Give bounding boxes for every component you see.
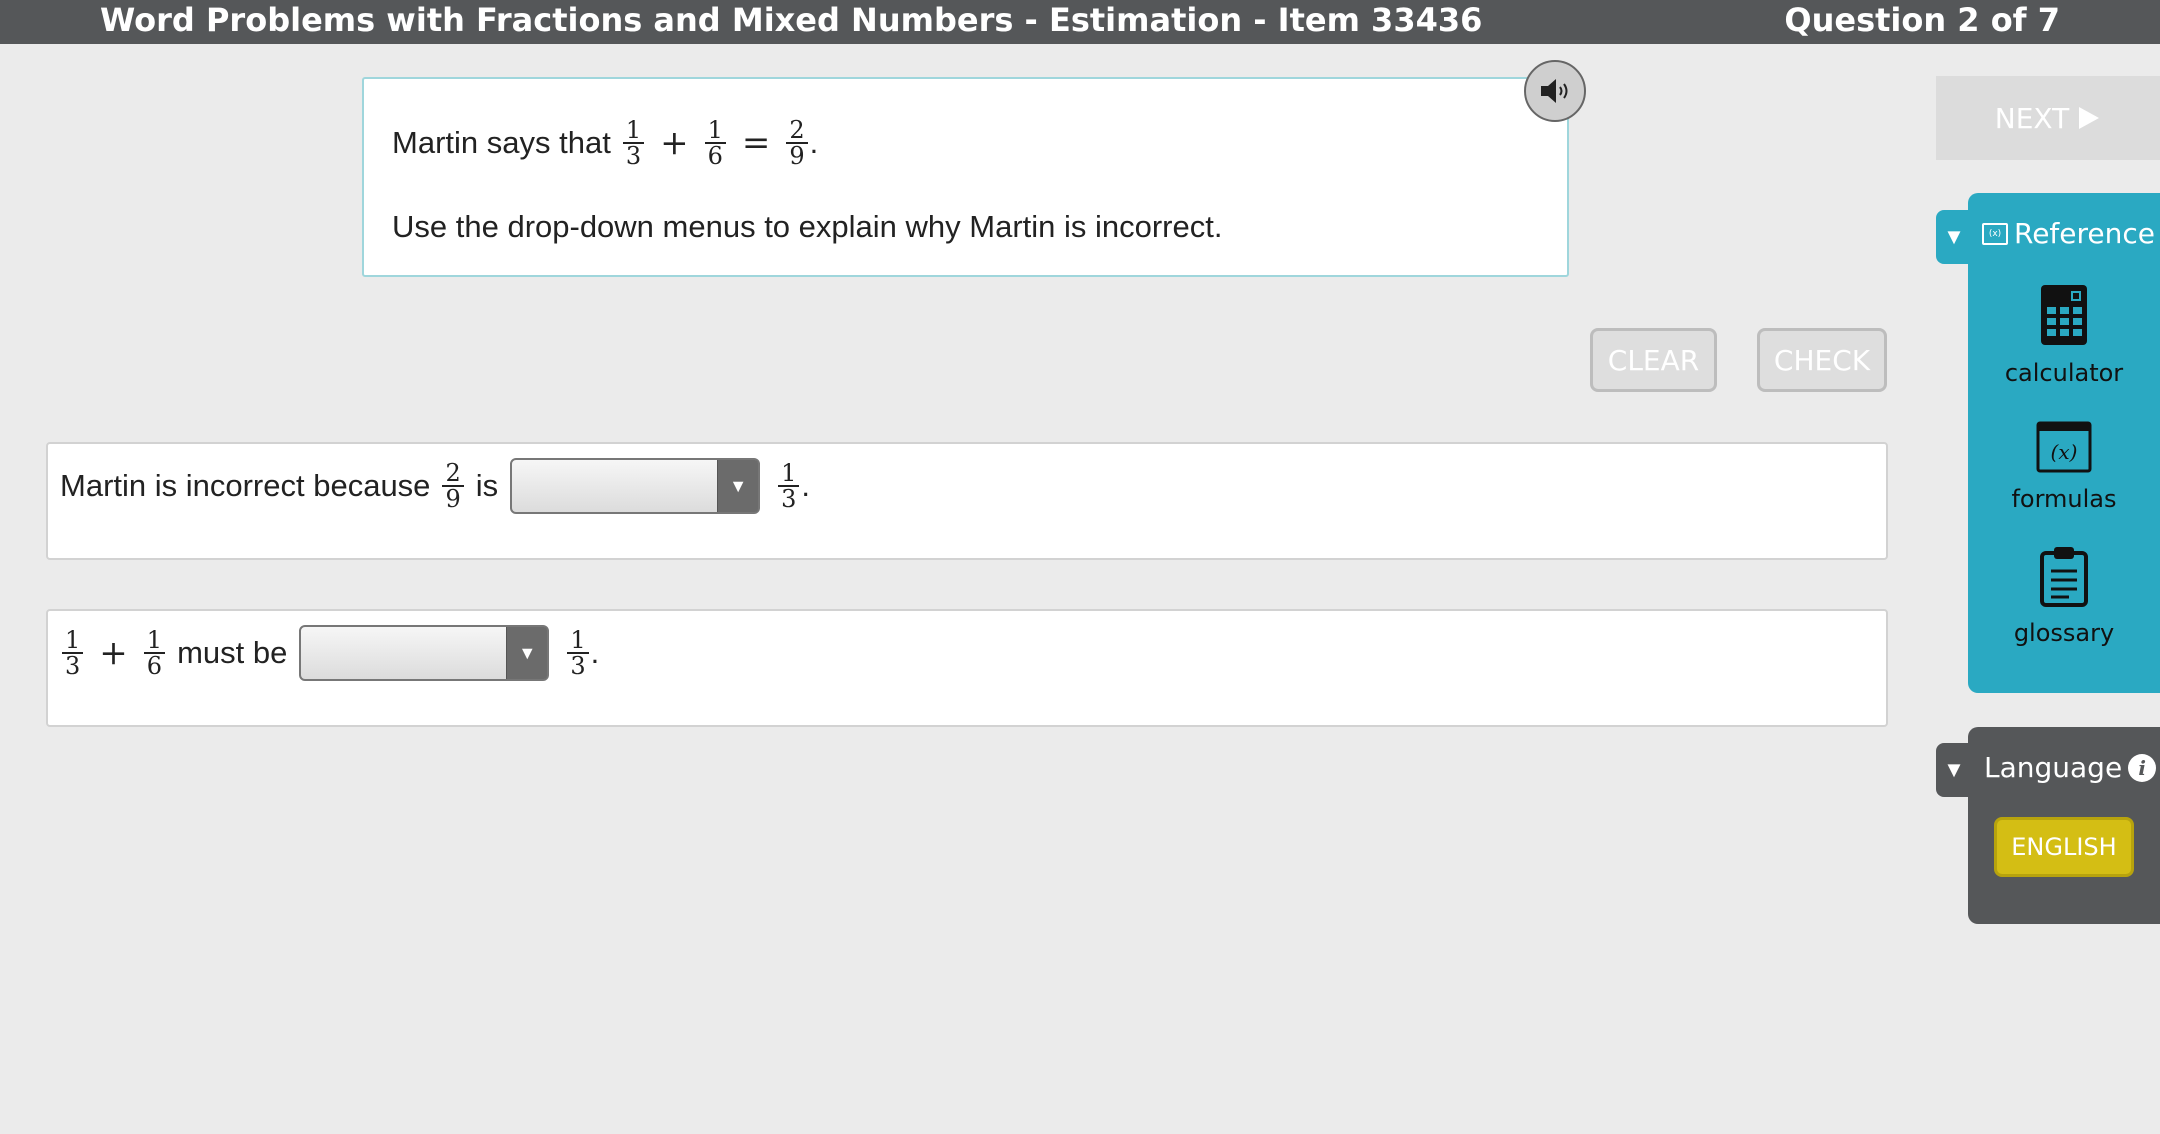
fraction: 2 9	[786, 116, 808, 170]
fraction: 1 6	[704, 116, 726, 170]
info-icon[interactable]: i	[2128, 753, 2157, 782]
language-header: Language i	[1984, 751, 2157, 784]
reference-header[interactable]: (x) Reference	[1982, 217, 2155, 250]
period: .	[590, 635, 600, 670]
numerator: 1	[65, 626, 81, 654]
numerator: 2	[445, 459, 461, 487]
formulas-label: formulas	[2011, 485, 2117, 513]
fraction: 1 3	[567, 626, 589, 680]
calculator-icon	[2041, 285, 2087, 345]
fraction: 1 3	[622, 116, 645, 170]
numerator: 1	[707, 116, 723, 144]
period: .	[801, 468, 811, 503]
numerator: 1	[625, 116, 642, 144]
numerator: 1	[146, 626, 163, 654]
prompt-intro: Martin says that	[392, 125, 611, 160]
svg-text:(x): (x)	[2051, 440, 2078, 464]
language-title: Language	[1984, 751, 2123, 784]
fraction: 1 6	[143, 626, 166, 680]
top-bar: Word Problems with Fractions and Mixed N…	[0, 0, 2160, 44]
glossary-label: glossary	[2013, 619, 2115, 647]
numerator: 2	[789, 116, 805, 144]
formulas-tool[interactable]: (x) formulas	[1968, 421, 2160, 513]
speaker-icon	[1541, 79, 1568, 103]
chevron-down-icon: ▼	[717, 460, 759, 512]
reference-title: Reference	[2014, 217, 2155, 250]
chevron-down-icon: ▼	[506, 627, 548, 679]
sentence-prefix: Martin is incorrect because	[60, 468, 431, 503]
sentence-word: must be	[177, 635, 288, 670]
numerator: 1	[781, 459, 797, 487]
denominator: 9	[445, 485, 461, 513]
play-triangle-icon	[2079, 107, 2100, 129]
denominator: 3	[781, 485, 797, 513]
reference-icon: (x)	[1982, 222, 2008, 245]
language-panel: Language i ENGLISH	[1968, 727, 2160, 924]
calculator-tool[interactable]: calculator	[1968, 283, 2160, 387]
item-title: Word Problems with Fractions and Mixed N…	[100, 1, 1483, 39]
audio-button[interactable]	[1524, 60, 1586, 122]
clear-button[interactable]: CLEAR	[1590, 328, 1717, 392]
denominator: 6	[707, 142, 723, 170]
sentence-word: is	[475, 468, 499, 503]
denominator: 3	[570, 652, 586, 680]
period: .	[809, 125, 819, 160]
formula-icon: (x)	[2036, 421, 2092, 473]
plus-sign: +	[660, 123, 689, 163]
glossary-tool[interactable]: glossary	[1968, 545, 2160, 647]
answer-row: 1 3 + 1 6 must be ▼ 1 3 .	[46, 609, 1888, 727]
comparison-dropdown-2[interactable]: ▼	[299, 625, 550, 681]
answer-row: Martin is incorrect because 2 9 is ▼ 1 3…	[46, 442, 1888, 560]
prompt-instruction: Use the drop-down menus to explain why M…	[392, 209, 1223, 244]
reference-panel: (x) Reference calculator (x) formulas gl…	[1968, 193, 2160, 693]
prompt-box: Martin says that 1 3 + 1 6 = 2 9 . Use t…	[362, 77, 1569, 277]
prompt-line: Martin says that 1 3 + 1 6 = 2 9 .	[392, 113, 818, 173]
plus-sign: +	[99, 633, 128, 673]
numerator: 1	[570, 626, 586, 654]
fraction: 1 3	[778, 459, 800, 513]
equals-sign: =	[741, 123, 771, 163]
english-language-button[interactable]: ENGLISH	[1994, 817, 2134, 877]
comparison-dropdown-1[interactable]: ▼	[510, 458, 761, 514]
reference-collapse-toggle[interactable]: ▼	[1936, 210, 1972, 264]
next-label: NEXT	[1994, 101, 2070, 135]
question-counter: Question 2 of 7	[1784, 1, 2060, 39]
clipboard-icon	[2040, 547, 2088, 607]
denominator: 3	[625, 142, 642, 170]
answer-sentence: Martin is incorrect because 2 9 is ▼ 1 3…	[60, 456, 810, 516]
calculator-label: calculator	[2004, 359, 2124, 387]
next-button[interactable]: NEXT	[1936, 76, 2160, 160]
denominator: 9	[789, 142, 805, 170]
denominator: 3	[65, 652, 81, 680]
answer-sentence: 1 3 + 1 6 must be ▼ 1 3 .	[60, 623, 599, 683]
fraction: 2 9	[442, 459, 464, 513]
fraction: 1 3	[62, 626, 84, 680]
check-button[interactable]: CHECK	[1757, 328, 1887, 392]
language-collapse-toggle[interactable]: ▼	[1936, 743, 1972, 797]
denominator: 6	[146, 652, 163, 680]
